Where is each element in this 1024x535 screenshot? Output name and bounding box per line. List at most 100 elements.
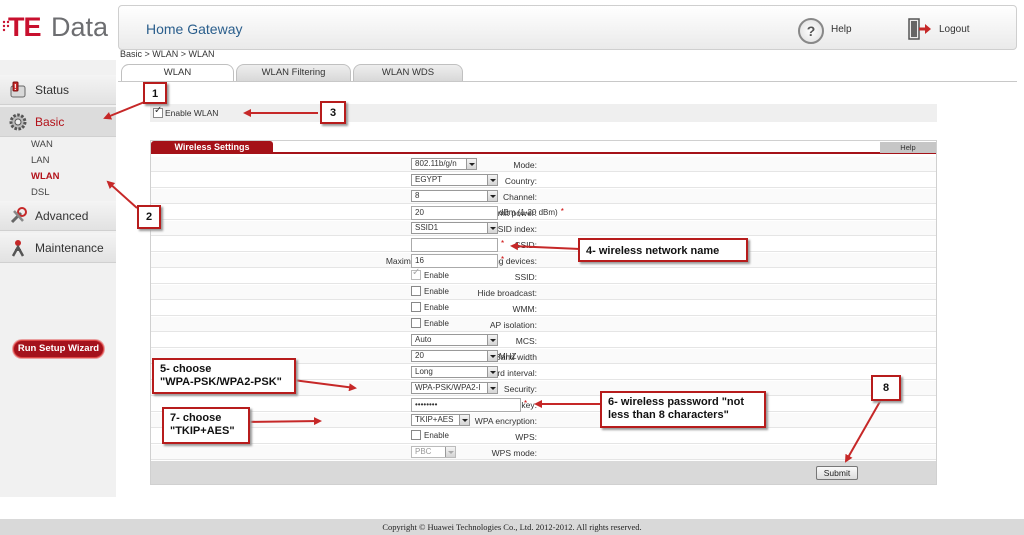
annotation-5-line-2: "WPA-PSK/WPA2-PSK"	[160, 376, 282, 388]
guard-interval-select[interactable]: Long	[411, 366, 498, 378]
sidebar-item-basic[interactable]: Basic	[0, 107, 116, 137]
row-wps-mode: WPS mode: PBC	[151, 445, 936, 460]
mode-select[interactable]: 802.11b/g/n	[411, 158, 477, 170]
wps-mode-select[interactable]: PBC	[411, 446, 456, 458]
required-marker: *	[501, 239, 505, 248]
hide-broadcast-text: Enable	[424, 286, 449, 296]
logo-data-text: Data	[51, 12, 109, 42]
wps-checkbox[interactable]	[411, 430, 421, 440]
run-setup-wizard-button[interactable]: Run Setup Wizard	[13, 340, 104, 358]
annotation-6-line-1: 6- wireless password "not	[608, 396, 745, 408]
tab-wlan-wds[interactable]: WLAN WDS	[353, 64, 463, 81]
max-devices-input[interactable]: 16	[411, 254, 498, 268]
ssid-index-select[interactable]: SSID1	[411, 222, 498, 234]
transmit-power-input[interactable]: 20	[411, 206, 498, 220]
row-mode: Mode: 802.11b/g/n	[151, 157, 936, 172]
tab-divider	[118, 81, 1017, 82]
tab-wlan[interactable]: WLAN	[121, 64, 234, 82]
mcs-value: Auto	[415, 335, 432, 344]
router-admin-page: TE Data Home Gateway ? Help Logout Basic…	[0, 0, 1024, 535]
annotation-7-line-1: 7- choose	[170, 412, 222, 424]
sidebar-item-label: Advanced	[35, 208, 89, 223]
submit-bar: Submit	[151, 461, 936, 484]
header-bar: Home Gateway ? Help Logout	[118, 5, 1017, 50]
row-psk: WPA pre-shared key: ••••••••*	[151, 397, 936, 412]
row-channel: Channel: 8	[151, 189, 936, 204]
guard-interval-value: Long	[415, 367, 433, 376]
wmm-text: Enable	[424, 302, 449, 312]
submit-button[interactable]: Submit	[816, 466, 858, 480]
wmm-checkbox[interactable]	[411, 302, 421, 312]
band-width-select[interactable]: 20	[411, 350, 498, 362]
psk-password-input[interactable]: ••••••••	[411, 398, 521, 412]
channel-select[interactable]: 8	[411, 190, 498, 202]
tab-wlan-filtering[interactable]: WLAN Filtering	[236, 64, 351, 81]
sidebar-subitem-dsl[interactable]: DSL	[31, 187, 49, 198]
ssid-label: SSID:	[514, 240, 537, 250]
ap-isolation-label: AP isolation:	[489, 320, 537, 330]
row-max-devices: Maximum number of accessing devices: 16*	[151, 253, 936, 268]
mcs-label: MCS:	[515, 336, 537, 346]
country-select[interactable]: EGYPT	[411, 174, 498, 186]
sidebar-item-status[interactable]: ! Status	[0, 75, 116, 105]
row-ssid-enable: SSID: Enable	[151, 267, 936, 284]
encryption-value: TKIP+AES	[415, 415, 454, 424]
encryption-select[interactable]: TKIP+AES	[411, 414, 470, 426]
sidebar-subitem-lan[interactable]: LAN	[31, 155, 49, 166]
sidebar-item-maintenance[interactable]: Maintenance	[0, 233, 116, 263]
security-label: Security:	[503, 384, 537, 394]
ssid-input[interactable]	[411, 238, 498, 252]
logout-icon[interactable]	[908, 18, 932, 40]
enable-wlan-checkbox[interactable]	[153, 105, 163, 118]
hide-broadcast-checkbox[interactable]	[411, 286, 421, 296]
page-title: Home Gateway	[146, 21, 243, 37]
wps-mode-label: WPS mode:	[491, 448, 537, 458]
sidebar-subitem-wan[interactable]: WAN	[31, 139, 53, 150]
transmit-power-unit: dBm (1-20 dBm)	[499, 208, 558, 217]
sidebar-item-advanced[interactable]: Advanced	[0, 201, 116, 231]
panel-header: Wireless Settings Help	[151, 141, 936, 154]
band-width-unit: MHZ	[499, 352, 517, 361]
annotation-7: 7- choose "TKIP+AES"	[162, 407, 250, 444]
mcs-select[interactable]: Auto	[411, 334, 498, 346]
gear-icon	[9, 113, 27, 130]
annotation-5: 5- choose "WPA-PSK/WPA2-PSK"	[152, 358, 296, 394]
annotation-8: 8	[871, 375, 901, 401]
annotation-4: 4- wireless network name	[578, 238, 748, 262]
country-label: Country:	[504, 176, 537, 186]
row-country: Country: EGYPT	[151, 173, 936, 188]
chevron-down-icon	[445, 447, 455, 457]
row-transmit-power: Transmit power: 20 dBm (1-20 dBm) *	[151, 205, 936, 220]
sidebar: ! Status Basic WAN LAN WLAN DSL Advanced	[0, 60, 116, 497]
security-value: WPA-PSK/WPA2-I	[415, 383, 481, 392]
country-value: EGYPT	[415, 175, 443, 184]
ssid-index-label: SSID index:	[492, 224, 537, 234]
panel-title: Wireless Settings	[151, 141, 273, 154]
copyright-footer: Copyright © Huawei Technologies Co., Ltd…	[0, 519, 1024, 535]
annotation-5-line-1: 5- choose	[160, 363, 212, 375]
chevron-down-icon	[459, 415, 469, 425]
tools-icon	[10, 206, 27, 223]
ssid-enable-label: SSID:	[514, 272, 537, 282]
sidebar-subitem-wlan[interactable]: WLAN	[31, 171, 60, 182]
ap-isolation-checkbox[interactable]	[411, 318, 421, 328]
logo-te-text: TE	[8, 12, 42, 42]
required-marker: *	[501, 255, 505, 264]
annotation-2: 2	[137, 205, 161, 229]
ap-isolation-text: Enable	[424, 318, 449, 328]
security-select[interactable]: WPA-PSK/WPA2-I	[411, 382, 498, 394]
help-link[interactable]: Help	[831, 24, 852, 35]
channel-label: Channel:	[502, 192, 537, 202]
enable-wlan-label: Enable WLAN	[165, 108, 219, 118]
annotation-1: 1	[143, 82, 167, 104]
panel-help-button[interactable]: Help	[880, 142, 936, 153]
mode-label: Mode:	[513, 160, 537, 170]
ssid-enable-checkbox[interactable]	[411, 267, 421, 280]
row-wps: WPS: Enable	[151, 429, 936, 444]
ssid-index-value: SSID1	[415, 223, 439, 232]
wps-text: Enable	[424, 430, 449, 440]
help-icon[interactable]: ?	[798, 18, 824, 44]
annotation-7-line-2: "TKIP+AES"	[170, 425, 235, 437]
logout-link[interactable]: Logout	[939, 24, 970, 35]
chevron-down-icon	[487, 335, 497, 345]
